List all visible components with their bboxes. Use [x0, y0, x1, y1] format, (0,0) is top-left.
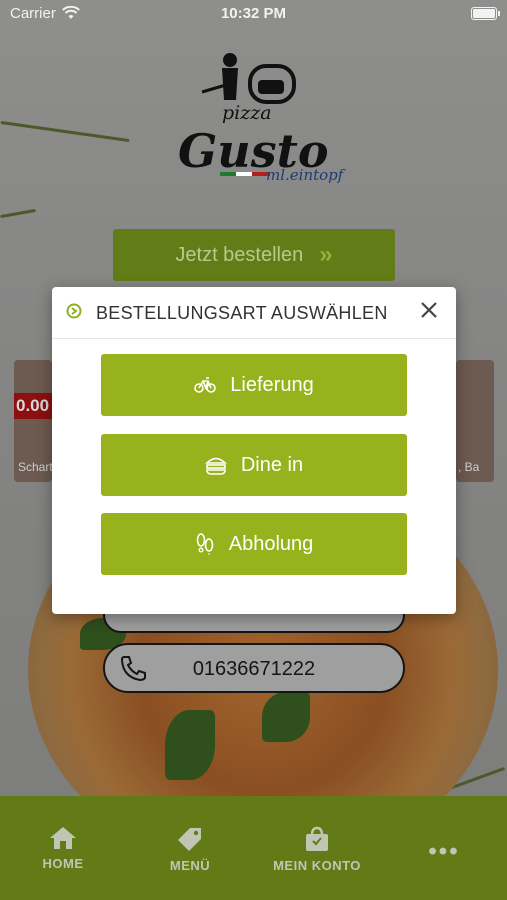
tab-account[interactable]: MEIN KONTO	[267, 826, 367, 873]
close-icon[interactable]	[416, 297, 442, 323]
battery-icon	[471, 7, 500, 20]
tab-home-label: HOME	[42, 856, 84, 871]
logo-tagline: ml.eintopf	[266, 166, 344, 184]
flag-stripe	[220, 172, 270, 176]
modal-header: BESTELLUNGSART AUSWÄHLEN	[52, 287, 456, 339]
food-icon	[204, 457, 227, 475]
footprints-icon	[196, 533, 214, 555]
tab-bar: HOME MENÜ MEIN KONTO •••	[0, 796, 507, 900]
bicycle-icon	[194, 377, 217, 393]
order-now-button[interactable]: Jetzt bestellen »	[113, 229, 395, 281]
basil-decoration	[262, 692, 310, 742]
tab-menu[interactable]: MENÜ	[140, 826, 240, 873]
pickup-label: Abholung	[228, 532, 314, 555]
price-badge: 0.00	[14, 393, 52, 419]
tag-icon	[178, 828, 201, 851]
product-caption-right: , Ba	[458, 460, 480, 474]
modal-title: BESTELLUNGSART AUSWÄHLEN	[96, 303, 388, 323]
status-bar: Carrier 10:32 PM	[0, 0, 507, 28]
bag-icon	[306, 826, 328, 851]
clock-badge-icon	[66, 303, 82, 319]
double-chevron-right-icon: »	[319, 241, 333, 268]
chef-oven-icon	[201, 53, 296, 104]
phone-pill[interactable]: 01636671222	[103, 643, 405, 693]
delivery-button[interactable]: Lieferung	[101, 354, 407, 416]
home-icon	[50, 827, 76, 849]
pickup-button[interactable]: Abholung	[101, 513, 407, 575]
dine-in-label: Dine in	[240, 453, 304, 476]
brand-logo: pizza Gusto ml.eintopf	[170, 52, 344, 202]
product-caption-left: Schart	[18, 460, 53, 474]
tab-menu-label: MENÜ	[169, 858, 211, 873]
order-now-label: Jetzt bestellen	[175, 243, 304, 266]
tab-home[interactable]: HOME	[13, 826, 113, 871]
more-icon[interactable]: •••	[394, 838, 494, 866]
dine-in-button[interactable]: Dine in	[101, 434, 407, 496]
clock-time: 10:32 PM	[220, 5, 287, 22]
logo-pizza-text: pizza	[222, 102, 272, 124]
phone-number: 01636671222	[192, 658, 316, 680]
order-type-modal: BESTELLUNGSART AUSWÄHLEN Lieferung Dine …	[52, 287, 456, 614]
tab-account-label: MEIN KONTO	[273, 858, 361, 873]
basil-decoration	[165, 710, 215, 780]
delivery-label: Lieferung	[230, 373, 314, 396]
